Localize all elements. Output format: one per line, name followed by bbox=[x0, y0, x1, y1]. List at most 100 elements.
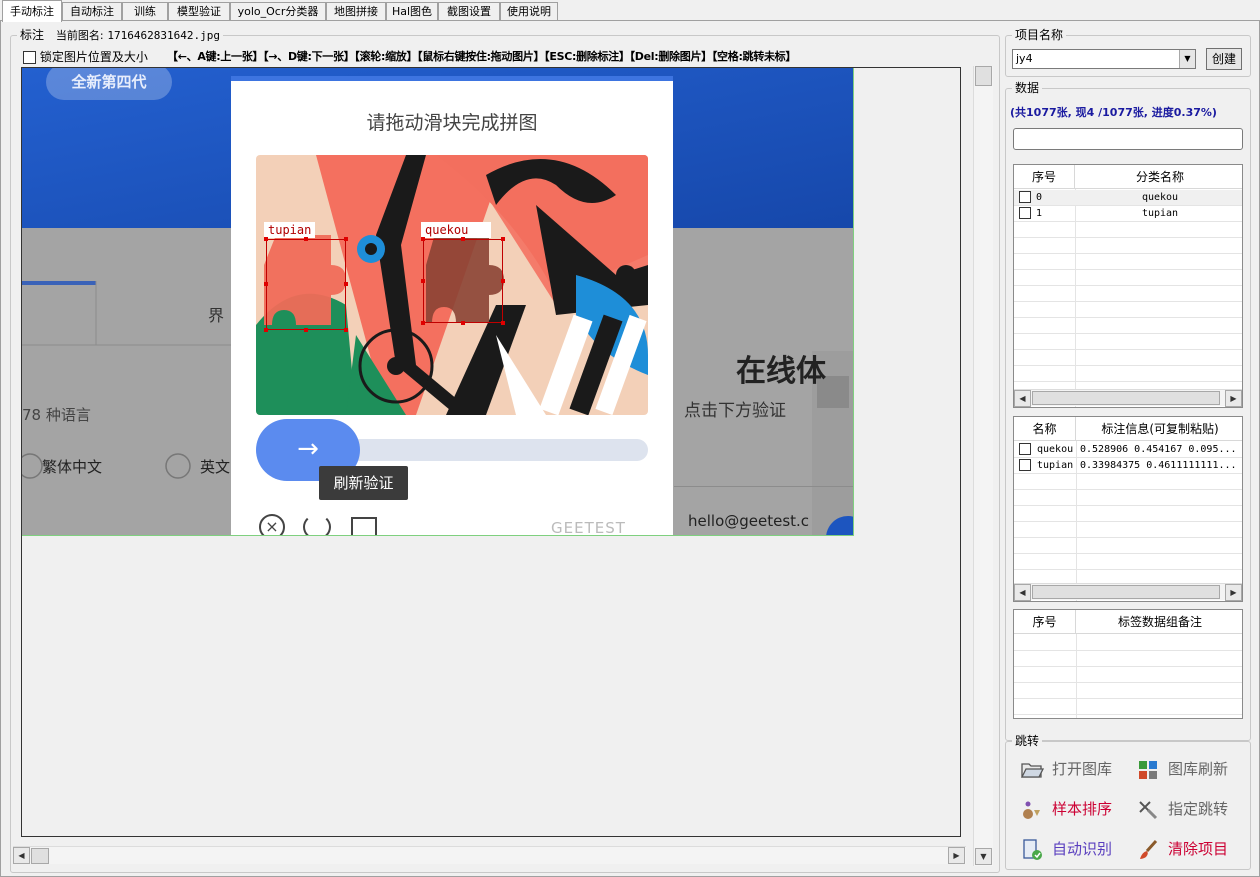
remark-table: 序号 标签数据组备注 bbox=[1013, 609, 1243, 719]
open-gallery-label: 打开图库 bbox=[1052, 760, 1113, 778]
table-row bbox=[1014, 554, 1242, 570]
brush-icon bbox=[1140, 839, 1158, 859]
tab-manual-annotation[interactable]: 手动标注 bbox=[2, 0, 62, 22]
right-edge bbox=[1253, 21, 1259, 876]
table-row[interactable]: quekou 0.528906 0.454167 0.095... bbox=[1014, 442, 1242, 458]
row-checkbox[interactable] bbox=[1019, 191, 1031, 203]
tab-auto-annotation[interactable]: 自动标注 bbox=[62, 2, 122, 21]
class-name: tupian bbox=[1141, 208, 1179, 219]
remark-table-header: 序号 标签数据组备注 bbox=[1014, 610, 1242, 634]
bbox-label-quekou: quekou bbox=[421, 222, 491, 238]
label-table-hscroll[interactable]: ◀ ▶ bbox=[1014, 583, 1242, 601]
bbox-tupian[interactable] bbox=[266, 239, 346, 330]
folder-icon bbox=[1020, 762, 1044, 778]
feedback-icon[interactable] bbox=[351, 517, 377, 535]
table-row bbox=[1014, 238, 1242, 254]
table-row bbox=[1014, 222, 1242, 238]
progress-text: (共1077张, 现4 /1077张, 进度0.37%) bbox=[1010, 106, 1217, 119]
lock-label: 锁定图片位置及大小 bbox=[39, 50, 148, 64]
lock-checkbox[interactable] bbox=[23, 51, 36, 64]
table-row[interactable]: 0 quekou bbox=[1014, 190, 1242, 206]
canvas-vscroll[interactable]: ▼ bbox=[973, 66, 993, 866]
class-table-header: 序号 分类名称 bbox=[1014, 165, 1242, 189]
chevron-left-icon[interactable]: ◀ bbox=[1014, 390, 1031, 407]
jump-group: 跳转 打开图库 图库刷新 样本排序 指定跳转 自动识别 清除项目 bbox=[1005, 734, 1251, 870]
table-row[interactable]: tupian 0.33984375 0.4611111111... bbox=[1014, 458, 1242, 474]
bbox-quekou[interactable] bbox=[423, 239, 503, 323]
brand-logo: GEETEST bbox=[551, 519, 626, 536]
label-col-name: 名称 bbox=[1014, 417, 1076, 441]
table-row bbox=[1014, 683, 1242, 699]
vscroll-thumb[interactable] bbox=[975, 66, 992, 86]
image-canvas[interactable]: 全新第四代 界 78 种语言 繁体中文 英文 在线体 点击下方验证 hello@… bbox=[21, 67, 961, 837]
tab-model-verify[interactable]: 模型验证 bbox=[168, 2, 230, 21]
tab-content: 标注 当前图名: 1716462831642.jpg 锁定图片位置及大小 【←、… bbox=[0, 20, 1260, 877]
class-table-hscroll[interactable]: ◀ ▶ bbox=[1014, 389, 1242, 407]
tab-train[interactable]: 训练 bbox=[122, 2, 168, 21]
close-icon[interactable]: × bbox=[259, 514, 285, 535]
current-image-name: 1716462831642.jpg bbox=[107, 29, 220, 42]
open-gallery-button[interactable]: 打开图库 bbox=[1020, 754, 1112, 784]
data-group-title: 数据 bbox=[1012, 81, 1043, 96]
table-row bbox=[1014, 667, 1242, 683]
refresh-gallery-label: 图库刷新 bbox=[1168, 760, 1229, 778]
class-col-id: 序号 bbox=[1014, 165, 1075, 189]
annotation-group-title: 标注 当前图名: 1716462831642.jpg bbox=[17, 28, 223, 43]
tab-screenshot-settings[interactable]: 截图设置 bbox=[438, 2, 500, 21]
search-input[interactable] bbox=[1013, 128, 1243, 150]
bg-radio-label-1: 繁体中文 bbox=[42, 458, 103, 476]
tab-yolo-ocr[interactable]: yolo_Ocr分类器 bbox=[230, 2, 326, 21]
row-checkbox[interactable] bbox=[1019, 459, 1031, 471]
grid-refresh-icon bbox=[1139, 760, 1157, 779]
chevron-down-icon[interactable]: ▼ bbox=[1179, 50, 1195, 68]
project-group-title: 项目名称 bbox=[1012, 28, 1067, 43]
hscroll-thumb[interactable] bbox=[1032, 391, 1220, 405]
annotated-image: 全新第四代 界 78 种语言 繁体中文 英文 在线体 点击下方验证 hello@… bbox=[22, 68, 854, 536]
row-checkbox[interactable] bbox=[1019, 443, 1031, 455]
table-row[interactable]: 1 tupian bbox=[1014, 206, 1242, 222]
tab-map-stitch[interactable]: 地图拼接 bbox=[326, 2, 386, 21]
clear-project-label: 清除项目 bbox=[1168, 840, 1229, 858]
tab-hal-color[interactable]: Hal图色 bbox=[386, 2, 438, 21]
chevron-left-icon[interactable]: ◀ bbox=[1014, 584, 1031, 601]
table-row bbox=[1014, 651, 1242, 667]
label-name: quekou bbox=[1037, 444, 1074, 455]
remark-col-note: 标签数据组备注 bbox=[1117, 615, 1202, 629]
chevron-left-icon[interactable]: ◀ bbox=[13, 847, 30, 864]
table-row bbox=[1014, 506, 1242, 522]
auto-detect-button[interactable]: 自动识别 bbox=[1020, 834, 1112, 864]
row-checkbox[interactable] bbox=[1019, 207, 1031, 219]
create-project-button[interactable]: 创建 bbox=[1206, 48, 1242, 70]
chevron-down-icon[interactable]: ▼ bbox=[975, 848, 992, 865]
table-row bbox=[1014, 270, 1242, 286]
hscroll-thumb[interactable] bbox=[31, 848, 49, 864]
jump-to-button[interactable]: 指定跳转 bbox=[1136, 794, 1228, 824]
class-table: 序号 分类名称 0 quekou 1 tupian ◀ ▶ bbox=[1013, 164, 1243, 408]
class-id: 0 bbox=[1036, 192, 1043, 203]
tab-help[interactable]: 使用说明 bbox=[500, 2, 558, 21]
captcha-title: 请拖动滑块完成拼图 bbox=[366, 112, 538, 134]
bg-radio-label-2: 英文 bbox=[200, 458, 231, 476]
auto-detect-icon bbox=[1023, 838, 1042, 860]
canvas-hscroll[interactable]: ◀ ▶ bbox=[13, 846, 966, 864]
sort-icon bbox=[1023, 801, 1040, 819]
chevron-right-icon[interactable]: ▶ bbox=[1225, 584, 1242, 601]
refresh-gallery-button[interactable]: 图库刷新 bbox=[1136, 754, 1228, 784]
sort-samples-button[interactable]: 样本排序 bbox=[1020, 794, 1112, 824]
chevron-right-icon[interactable]: ▶ bbox=[1225, 390, 1242, 407]
sort-samples-label: 样本排序 bbox=[1052, 800, 1113, 818]
project-select[interactable]: jy4 ▼ bbox=[1012, 49, 1196, 69]
chevron-right-icon[interactable]: ▶ bbox=[948, 847, 965, 864]
hscroll-thumb[interactable] bbox=[1032, 585, 1220, 599]
shortcut-hints: 【←、A键:上一张】【→、D键:下一张】【滚轮:缩放】【鼠标右键按住:拖动图片】… bbox=[167, 50, 797, 63]
lock-checkbox-row[interactable]: 锁定图片位置及大小 bbox=[23, 48, 148, 65]
label-col-info: 标注信息(可复制粘贴) bbox=[1101, 422, 1219, 436]
remark-col-id: 序号 bbox=[1014, 610, 1076, 634]
bg-tab: 界 bbox=[208, 306, 225, 325]
current-image-label: 当前图名: bbox=[55, 29, 104, 42]
clear-project-button[interactable]: 清除项目 bbox=[1136, 834, 1228, 864]
refresh-icon[interactable] bbox=[303, 514, 331, 535]
label-info: 0.33984375 0.4611111111... bbox=[1080, 460, 1237, 471]
auto-detect-label: 自动识别 bbox=[1052, 840, 1113, 858]
bbox-label-tupian: tupian bbox=[264, 222, 316, 238]
